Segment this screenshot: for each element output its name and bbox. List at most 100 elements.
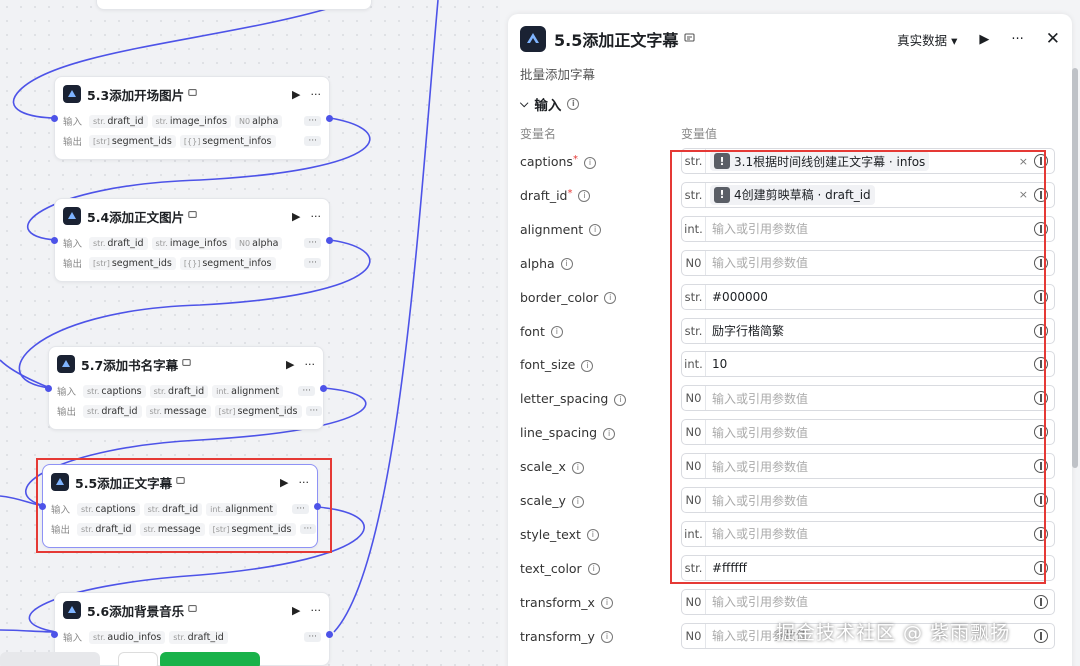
node-outputs-row: 输出 [str] segment_ids[{}] segment_infos ··· <box>55 253 329 273</box>
param-chip: [str] segment_ids <box>89 256 176 270</box>
reference-picker-icon[interactable] <box>1034 594 1048 609</box>
plugin-logo-icon <box>63 601 81 619</box>
node-title: 5.3添加开场图片 <box>87 87 185 103</box>
output-port[interactable] <box>326 631 333 638</box>
dataset-select[interactable]: 真实数据 ▾ <box>897 30 957 49</box>
param-chip: [str] segment_ids <box>214 404 302 418</box>
required-mark: * <box>572 154 578 165</box>
node-inputs-row: 输入 str. draft_id str. image_infos N0 alpha ··· <box>55 233 329 253</box>
more-icon[interactable]: ··· <box>1011 32 1023 47</box>
param-chip: str. captions <box>83 384 146 398</box>
type-tag: N0 <box>682 623 706 648</box>
input-port[interactable] <box>51 237 58 244</box>
more-params-button[interactable]: ··· <box>305 406 323 416</box>
col-name-header: 变量名 <box>520 127 557 141</box>
output-port[interactable] <box>326 115 333 122</box>
param-chip: str. audio_infos <box>89 630 166 644</box>
node-header[interactable]: 5.3添加开场图片 ▶ ··· <box>55 77 329 111</box>
param-name: scale_x i <box>520 459 584 474</box>
param-name: transform_x i <box>520 595 613 610</box>
run-icon[interactable]: ▶ <box>292 604 300 617</box>
params-highlight-box <box>670 150 1046 584</box>
workflow-node-n57[interactable]: 5.7添加书名字幕 ▶ ··· 输入 str. captions str. draft_id i… <box>48 346 324 430</box>
info-icon: i <box>583 156 596 169</box>
info-icon: i <box>578 190 591 203</box>
input-port[interactable] <box>45 385 52 392</box>
info-icon: i <box>600 597 613 610</box>
info-icon: i <box>581 359 594 372</box>
more-params-button[interactable]: ··· <box>304 136 321 146</box>
type-tag: N0 <box>682 589 706 614</box>
param-chip: str. message <box>145 404 211 418</box>
panel-title: 5.5添加正文字幕 <box>554 31 679 50</box>
more-params-button[interactable]: ··· <box>304 632 321 642</box>
info-icon: i <box>571 461 584 474</box>
bottom-button-b[interactable] <box>118 652 158 666</box>
param-input-transform_x[interactable]: N0 输入或引用参数值 <box>681 588 1055 615</box>
input-section-header[interactable]: ⌵ 输入 i <box>520 94 580 114</box>
node-stub-top[interactable] <box>96 0 372 10</box>
more-icon[interactable]: ··· <box>305 358 316 371</box>
required-mark: * <box>567 187 573 199</box>
info-icon: i <box>603 427 616 440</box>
info-icon: i <box>600 631 613 644</box>
run-icon[interactable]: ▶ <box>292 88 300 101</box>
bottom-button-a[interactable] <box>0 652 100 666</box>
node-header[interactable]: 5.6添加背景音乐 ▶ ··· <box>55 593 329 627</box>
node-type-icon <box>684 32 695 46</box>
more-params-button[interactable]: ··· <box>298 386 315 396</box>
param-chip: str. draft_id <box>83 404 142 418</box>
workflow-node-n54[interactable]: 5.4添加正文图片 ▶ ··· 输入 str. draft_id str. image_inf… <box>54 198 330 282</box>
panel-header: 5.5添加正文字幕 真实数据 ▾ ▶ ··· ✕ <box>508 14 1072 64</box>
info-icon: i <box>604 292 617 305</box>
more-icon[interactable]: ··· <box>311 604 322 617</box>
more-params-button[interactable]: ··· <box>304 116 321 126</box>
input-port[interactable] <box>51 115 58 122</box>
run-icon[interactable]: ▶ <box>979 32 989 47</box>
run-icon[interactable]: ▶ <box>286 358 294 371</box>
param-name: line_spacing i <box>520 425 616 440</box>
param-chip: str. image_infos <box>151 236 232 250</box>
bottom-button-run[interactable] <box>160 652 260 666</box>
plugin-logo-icon <box>520 26 546 52</box>
more-icon[interactable]: ··· <box>311 88 322 101</box>
more-icon[interactable]: ··· <box>311 210 322 223</box>
edge <box>333 0 439 633</box>
node-type-icon <box>188 604 197 616</box>
param-name: border_color i <box>520 290 617 305</box>
param-name: font i <box>520 324 563 339</box>
node-outputs-row: 输出 str. draft_id str. message [str] segment_id… <box>49 401 323 421</box>
caret-down-icon: ▾ <box>951 32 958 48</box>
output-port[interactable] <box>326 237 333 244</box>
chevron-down-icon: ⌵ <box>520 97 529 110</box>
param-chip: N0 alpha <box>235 114 283 128</box>
output-port[interactable] <box>320 385 327 392</box>
node-inputs-row: 输入 str. audio_infos str. draft_id ··· <box>55 627 329 647</box>
workflow-canvas[interactable]: 5.3添加开场图片 ▶ ··· 输入 str. draft_id str. image_inf… <box>0 0 500 666</box>
param-name: draft_id* i <box>520 187 591 203</box>
node-header[interactable]: 5.4添加正文图片 ▶ ··· <box>55 199 329 233</box>
param-name: scale_y i <box>520 493 584 508</box>
info-icon: i <box>614 393 627 406</box>
param-name: text_color i <box>520 561 600 576</box>
node-title: 5.6添加背景音乐 <box>87 603 185 619</box>
panel-description: 批量添加字幕 <box>520 67 596 82</box>
more-params-button[interactable]: ··· <box>304 238 321 248</box>
node-inputs-row: 输入 str. draft_id str. image_infos N0 alpha ··· <box>55 111 329 131</box>
info-icon: i <box>560 258 573 271</box>
run-icon[interactable]: ▶ <box>292 210 300 223</box>
node-type-icon <box>188 88 197 100</box>
info-icon: i <box>586 529 599 542</box>
workflow-node-n53[interactable]: 5.3添加开场图片 ▶ ··· 输入 str. draft_id str. image_inf… <box>54 76 330 160</box>
param-name: alpha i <box>520 256 573 271</box>
more-params-button[interactable]: ··· <box>304 258 321 268</box>
node-header[interactable]: 5.7添加书名字幕 ▶ ··· <box>49 347 323 381</box>
node-type-icon <box>182 358 191 370</box>
input-port[interactable] <box>51 631 58 638</box>
node-title: 5.4添加正文图片 <box>87 209 185 225</box>
panel-scrollbar[interactable] <box>1072 68 1078 468</box>
close-icon[interactable]: ✕ <box>1046 29 1060 49</box>
param-name: transform_y i <box>520 629 613 644</box>
reference-picker-icon[interactable] <box>1034 628 1048 643</box>
plugin-logo-icon <box>63 207 81 225</box>
